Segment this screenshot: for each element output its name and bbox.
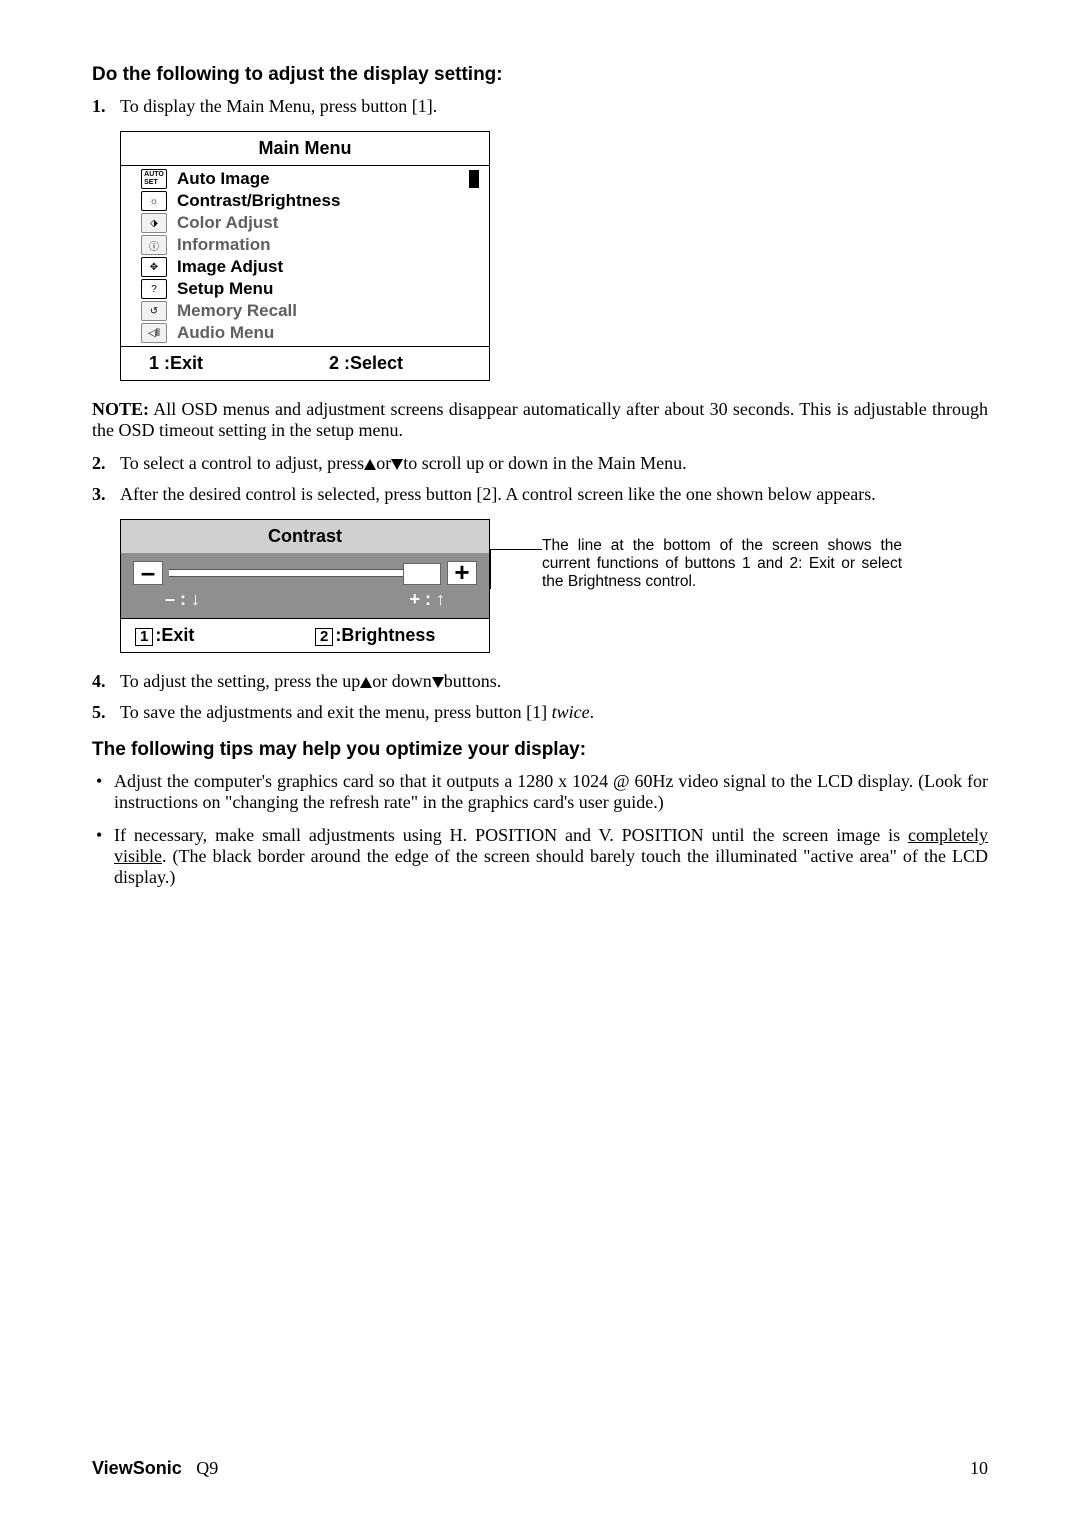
footer-left: ViewSonic Q9 <box>92 1458 218 1479</box>
step-2-text-b: or <box>376 453 391 473</box>
menu-item-audio: ◁⦀ Audio Menu <box>141 322 489 344</box>
menu-item-color: ⬗ Color Adjust <box>141 212 489 234</box>
minus-icon: – <box>133 561 163 585</box>
arrow-row: – : ↓ + : ↑ <box>121 587 489 618</box>
menu-item-setup: ? Setup Menu <box>141 278 489 300</box>
tip-2: If necessary, make small adjustments usi… <box>92 825 988 888</box>
contrast-footer-brightness: 2:Brightness <box>295 625 475 646</box>
menu-item-auto-image: AUTOSET Auto Image <box>141 168 489 190</box>
arrow-up-label: + : ↑ <box>409 589 445 610</box>
step-3: 3. After the desired control is selected… <box>92 484 988 505</box>
contrast-wrapper: Contrast – + – : ↓ + : ↑ 1:Exit 2:Bright… <box>120 519 988 653</box>
menu-label: Information <box>177 235 271 255</box>
footer-select: 2 :Select <box>289 353 469 374</box>
tip-1: Adjust the computer's graphics card so t… <box>92 771 988 813</box>
plus-icon: + <box>447 561 477 585</box>
footer-model: Q9 <box>196 1458 218 1478</box>
note-text: All OSD menus and adjustment screens dis… <box>92 399 988 440</box>
exit-label: :Exit <box>155 625 194 645</box>
step-4: 4. To adjust the setting, press the up or… <box>92 671 988 692</box>
menu-item-image-adjust: ✥ Image Adjust <box>141 256 489 278</box>
step-2-text-a: To select a control to adjust, press <box>120 453 364 473</box>
step-3-num: 3. <box>92 484 106 505</box>
note-label: NOTE: <box>92 399 149 419</box>
info-icon: ⓘ <box>141 235 167 255</box>
menu-label: Setup Menu <box>177 279 273 299</box>
step-5-text-b: twice <box>552 702 590 722</box>
contrast-footer-exit: 1:Exit <box>135 625 295 646</box>
step-5: 5. To save the adjustments and exit the … <box>92 702 988 723</box>
menu-label: Audio Menu <box>177 323 274 343</box>
key-1-icon: 1 <box>135 628 153 646</box>
selection-indicator <box>469 170 479 188</box>
arrow-down-label: – : ↓ <box>165 589 200 610</box>
step-1-text: To display the Main Menu, press button [… <box>120 96 437 116</box>
menu-label: Memory Recall <box>177 301 297 321</box>
main-menu-box: Main Menu AUTOSET Auto Image ☼ Contrast/… <box>120 131 490 381</box>
menu-label: Auto Image <box>177 169 270 189</box>
recall-icon: ↺ <box>141 301 167 321</box>
auto-set-icon: AUTOSET <box>141 169 167 189</box>
step-4-text-c: buttons. <box>444 671 502 691</box>
callout-text: The line at the bottom of the screen sho… <box>542 537 902 591</box>
key-2-icon: 2 <box>315 628 333 646</box>
main-menu-items: AUTOSET Auto Image ☼ Contrast/Brightness… <box>121 166 489 346</box>
contrast-body: – + – : ↓ + : ↑ <box>121 553 489 618</box>
tip-2-text-a: If necessary, make small adjustments usi… <box>114 825 908 845</box>
slider-thumb <box>403 563 441 585</box>
step-4-num: 4. <box>92 671 106 692</box>
step-2-num: 2. <box>92 453 106 474</box>
tip-2-text-c: . (The black border around the edge of t… <box>114 846 988 887</box>
brightness-label: :Brightness <box>335 625 435 645</box>
image-adjust-icon: ✥ <box>141 257 167 277</box>
main-menu-title: Main Menu <box>121 132 489 166</box>
step-1-num: 1. <box>92 96 106 117</box>
footer-exit: 1 :Exit <box>149 353 289 374</box>
note-paragraph: NOTE: All OSD menus and adjustment scree… <box>92 399 988 441</box>
step-5-text-c: . <box>590 702 595 722</box>
footer-brand: ViewSonic <box>92 1458 182 1478</box>
audio-icon: ◁⦀ <box>141 323 167 343</box>
menu-label: Image Adjust <box>177 257 283 277</box>
triangle-down-icon <box>391 459 403 470</box>
step-5-num: 5. <box>92 702 106 723</box>
menu-item-info: ⓘ Information <box>141 234 489 256</box>
contrast-box: Contrast – + – : ↓ + : ↑ 1:Exit 2:Bright… <box>120 519 490 653</box>
triangle-up-icon <box>360 677 372 688</box>
heading-adjust: Do the following to adjust the display s… <box>92 64 988 86</box>
question-icon: ? <box>141 279 167 299</box>
color-icon: ⬗ <box>141 213 167 233</box>
step-5-text-a: To save the adjustments and exit the men… <box>120 702 552 722</box>
step-4-text-b: or down <box>372 671 432 691</box>
slider-row: – + <box>121 553 489 587</box>
main-menu-footer: 1 :Exit 2 :Select <box>121 346 489 380</box>
contrast-footer: 1:Exit 2:Brightness <box>121 618 489 652</box>
slider-track <box>169 569 441 577</box>
step-2-text-c: to scroll up or down in the Main Menu. <box>403 453 686 473</box>
menu-item-contrast: ☼ Contrast/Brightness <box>141 190 489 212</box>
step-3-text: After the desired control is selected, p… <box>120 484 876 504</box>
menu-label: Contrast/Brightness <box>177 191 340 211</box>
page-footer: ViewSonic Q9 10 <box>92 1458 988 1479</box>
triangle-down-icon <box>432 677 444 688</box>
contrast-title: Contrast <box>121 520 489 553</box>
brightness-icon: ☼ <box>141 191 167 211</box>
tip-1-text: Adjust the computer's graphics card so t… <box>114 771 988 812</box>
menu-label: Color Adjust <box>177 213 278 233</box>
heading-tips: The following tips may help you optimize… <box>92 739 988 761</box>
step-2: 2. To select a control to adjust, press o… <box>92 453 988 474</box>
menu-item-memory: ↺ Memory Recall <box>141 300 489 322</box>
footer-page: 10 <box>970 1458 988 1479</box>
step-1: 1. To display the Main Menu, press butto… <box>92 96 988 117</box>
triangle-up-icon <box>364 459 376 470</box>
step-4-text-a: To adjust the setting, press the up <box>120 671 360 691</box>
